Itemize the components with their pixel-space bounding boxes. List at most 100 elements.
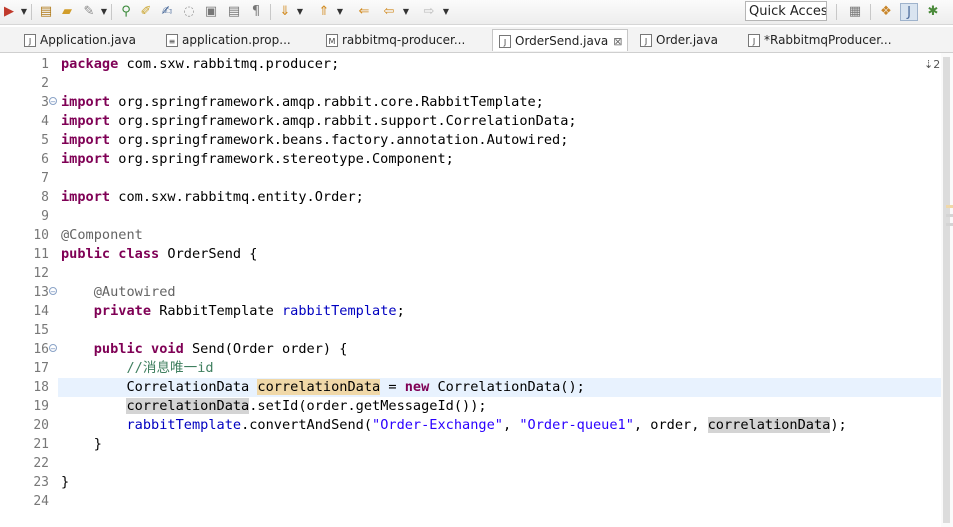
tab-application-prop[interactable]: ≡ application.prop... [160,29,310,51]
previous-annotation-dropdown[interactable]: ▼ [336,4,344,20]
navigate-back-icon[interactable]: ⇦ [380,3,398,21]
editor-tab-bar: J Application.java ≡ application.prop... Mra… [0,27,953,71]
code-line[interactable]: import org.springframework.stereotype.Co… [61,150,454,169]
overview-ruler-mark[interactable] [946,205,953,208]
line-number: 22 [33,456,49,471]
code-line[interactable]: public void Send(Order order) { [61,340,348,359]
code-token: CorrelationData(); [429,379,585,395]
fold-collapse-icon[interactable]: − [49,97,57,106]
code-token: import [61,113,111,129]
code-line[interactable]: import org.springframework.amqp.rabbit.c… [61,93,544,112]
toolbar-separator [111,4,112,20]
line-number: 4 [41,114,49,129]
forward-dropdown[interactable]: ▼ [442,4,450,20]
java-perspective-icon[interactable]: J [900,3,918,21]
tab-order-java[interactable]: J Order.java [634,29,734,51]
line-number: 5 [41,133,49,148]
code-token: org.springframework.amqp.rabbit.core.Rab… [110,94,544,110]
java-file-icon: J [24,34,36,47]
line-number: 9 [41,209,49,224]
line-number: 17 [33,361,49,376]
java-file-icon: J [640,34,652,47]
toolbar-separator [870,4,871,20]
overview-ruler-mark[interactable] [946,214,953,217]
open-folder-icon[interactable]: ▰ [58,3,76,21]
line-number: 10 [33,228,49,243]
code-token: org.springframework.beans.factory.annota… [110,132,569,148]
toggle-comment-icon[interactable]: ✍ [158,3,176,21]
open-perspective-icon[interactable]: ▦ [846,3,864,21]
vertical-scrollbar[interactable] [941,53,953,527]
navigate-back-dropdown[interactable]: ▼ [402,4,410,20]
code-line[interactable]: private RabbitTemplate rabbitTemplate; [61,302,405,321]
code-line[interactable]: } [61,435,102,454]
block-selection-icon[interactable]: ◌ [180,3,198,21]
main-toolbar: ▶ ▼ ▤ ▰ ✎ ▼ ⚲ ✐ ✍ ◌ ▣ ▤ ¶ ⇓ ▼ ⇑ ▼ ⇐ ⇦ ▼ … [0,0,953,25]
code-line[interactable]: import com.sxw.rabbitmq.entity.Order; [61,188,364,207]
line-number: 20 [33,418,49,433]
tab-ordersend-java[interactable]: J OrderSend.java ⊠ [492,29,628,51]
code-line[interactable]: } [61,473,69,492]
line-number: 6 [41,152,49,167]
code-line[interactable]: CorrelationData correlationData = new Co… [61,378,585,397]
tab-application-java[interactable]: J Application.java [18,29,158,51]
run-icon[interactable]: ▶ [0,3,18,21]
code-line[interactable]: public class OrderSend { [61,245,257,264]
code-line[interactable]: rabbitTemplate.convertAndSend("Order-Exc… [61,416,847,435]
close-icon[interactable]: ⊠ [613,35,622,48]
wrench-icon[interactable]: ✎ [80,3,98,21]
scroll-thumb[interactable] [943,57,950,523]
line-number: 8 [41,190,49,205]
line-number: 14 [33,304,49,319]
pin-icon[interactable]: ⚲ [117,3,135,21]
code-token: correlationData [257,379,381,395]
forward-icon[interactable]: ⇨ [420,3,438,21]
code-token: import [61,189,111,205]
run-dropdown[interactable]: ▼ [20,4,28,20]
next-annotation-dropdown[interactable]: ▼ [296,4,304,20]
code-line[interactable]: import org.springframework.beans.factory… [61,131,568,150]
fold-collapse-icon[interactable]: − [49,287,57,296]
new-package-icon[interactable]: ▤ [37,3,55,21]
wrench-dropdown[interactable]: ▼ [100,4,108,20]
code-line[interactable]: import org.springframework.amqp.rabbit.s… [61,112,577,131]
java-ee-perspective-icon[interactable]: ❖ [877,3,895,21]
tab-rabbitmqproducer[interactable]: J *RabbitmqProducer... [742,29,892,51]
whitespace-icon[interactable]: ▣ [202,3,220,21]
tab-rabbitmq-producer[interactable]: Mrabbitmq-producer... [320,29,482,51]
highlight-icon[interactable]: ✐ [137,3,155,21]
quick-access-input[interactable]: Quick Access [745,1,827,21]
code-token: .setId(order.getMessageId()); [249,398,487,414]
previous-annotation-icon[interactable]: ⇑ [315,3,333,21]
code-token: Send(Order order) { [183,341,348,357]
fold-collapse-icon[interactable]: − [49,344,57,353]
code-token: RabbitTemplate [151,303,282,319]
next-annotation-icon[interactable]: ⇓ [276,3,294,21]
line-number: 16 [33,342,49,357]
code-token: private [93,303,152,319]
code-token: ; [396,303,405,319]
code-line[interactable]: package com.sxw.rabbitmq.producer; [61,55,339,74]
paragraph-icon[interactable]: ¶ [247,3,265,21]
back-icon[interactable]: ⇐ [355,3,373,21]
code-token: import [61,132,111,148]
overview-ruler-mark[interactable] [946,223,953,226]
code-line[interactable]: @Autowired [61,283,176,302]
code-line[interactable]: @Component [61,226,143,245]
line-number: 21 [33,437,49,452]
debug-perspective-icon[interactable]: ✱ [924,3,942,21]
java-file-icon: J [748,34,760,47]
code-token: rabbitTemplate [126,417,242,433]
code-line[interactable]: //消息唯一id [61,359,213,378]
format-icon[interactable]: ▤ [225,3,243,21]
code-line[interactable]: correlationData.setId(order.getMessageId… [61,397,487,416]
code-token: OrderSend { [159,246,258,262]
code-editor[interactable]: 1 2 3−4 5 6 7 8 9 10 11 12 13−14 15 16−17 18 19 20 21 22 23… [0,53,953,527]
line-number: 19 [33,399,49,414]
toolbar-separator [270,4,271,20]
